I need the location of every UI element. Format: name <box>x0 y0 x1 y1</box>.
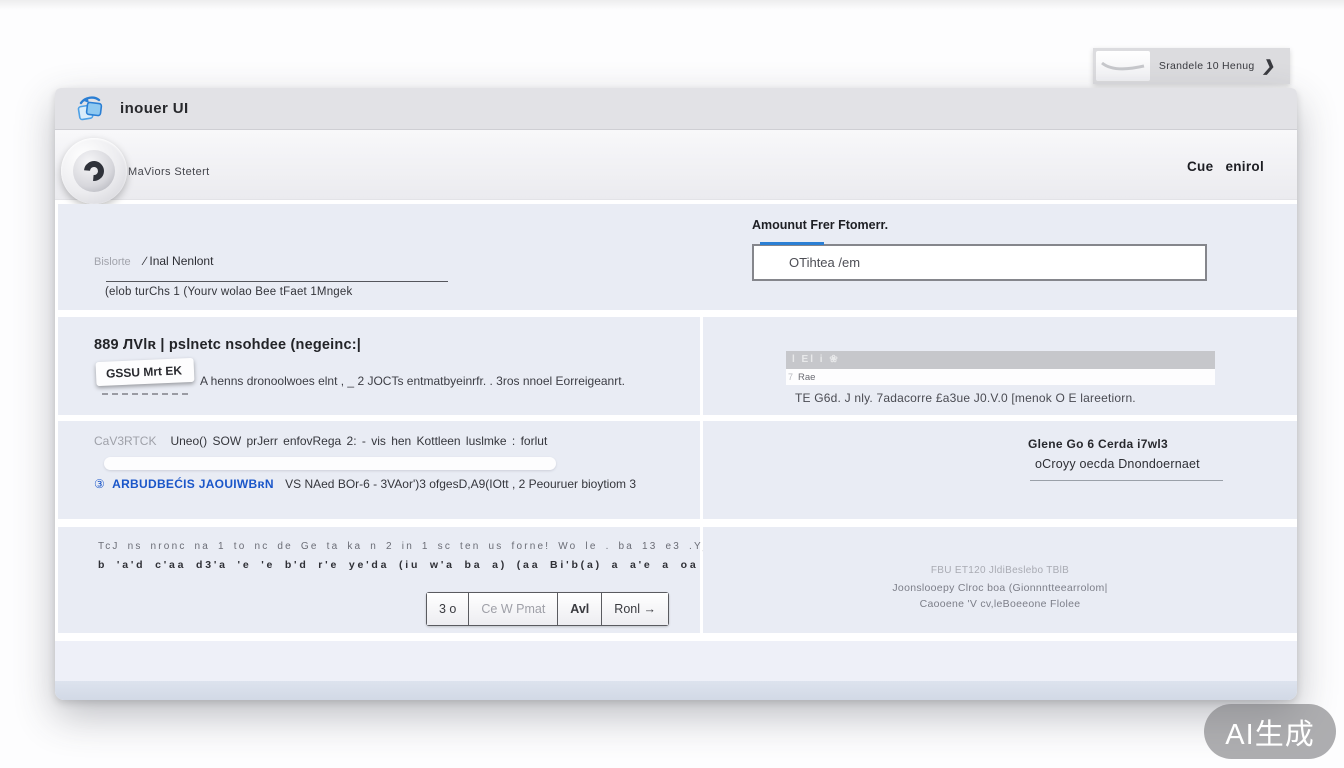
choice-option[interactable]: oCroyy oecda Dnondoernaet <box>1035 457 1200 471</box>
fineprint-line1: TcJ ns nronc na 1 to nc de Ge ta ka n 2 … <box>98 541 688 552</box>
button-ronl-next[interactable]: Ronl → <box>602 593 668 625</box>
footer-note-line3: Caooene 'V cv,leBoeeone Flolee <box>820 596 1180 613</box>
network-link[interactable]: ARBUDBEĆIS JAOUIWBʀN <box>112 477 274 491</box>
list-header-bar: l El i ❀ <box>786 351 1215 369</box>
list-description: TE G6d. J nly. 7adacorre £a3ue J0.V.0 [m… <box>795 391 1136 405</box>
footer-note-block: FBU ET120 JldiBeslebo TBlB Joonslooepy C… <box>820 563 1180 613</box>
network-link-rest: VS NAed BOr-6 - 3VAor')3 ofgesD,A9(IOtt … <box>285 477 636 491</box>
button-cew-pmat[interactable]: Ce W Pmat <box>469 593 558 625</box>
button-avl[interactable]: Avl <box>558 593 602 625</box>
button-3o[interactable]: 3 o <box>427 593 469 625</box>
window-bottom-strip <box>55 681 1297 700</box>
record-subtext: (elob turChs 1 (Yourv wolao Bee tFaet 1M… <box>105 286 352 298</box>
settings-description: A henns dronoolwoes elnt , _ 2 JOCTs ent… <box>200 374 625 388</box>
page-top-fade <box>0 0 1344 10</box>
footer-note-line2: Joonslooepy Clroc boa (Gionnntteearrolom… <box>820 580 1180 597</box>
network-status-text: Uneo() SOW prJerr enfovRega 2: - vis hen… <box>170 434 547 448</box>
gssu-button[interactable]: GSSU Mrt EK <box>96 358 195 386</box>
row-tick: 7 <box>788 372 793 382</box>
amount-field-label: Amounut Frer Ftomerr. <box>752 218 888 232</box>
section-network-right: Glene Go 6 Cerda i7wl3 oCroyy oecda Dnon… <box>703 421 1297 519</box>
section-actions-left: TcJ ns nronc na 1 to nc de Ge ta ka n 2 … <box>58 527 700 633</box>
window-footer <box>55 641 1297 681</box>
section-network-left: CaV3RTCK Uneo() SOW prJerr enfovRega 2: -… <box>58 421 700 519</box>
mini-toolbar: Srandele 10 Henug ❯ <box>1093 48 1290 84</box>
fineprint-line2: b 'a'd c'aa d3'a 'e 'e b'd r'e ye'da (iu… <box>98 559 688 571</box>
network-status-prefix: CaV3RTCK <box>94 434 156 448</box>
list-item-row[interactable]: 7 Rae <box>786 369 1215 385</box>
chevron-right-icon[interactable]: ❯ <box>1262 57 1278 75</box>
footer-note-line1: FBU ET120 JldiBeslebo TBlB <box>820 563 1180 580</box>
input-accent-bar <box>760 242 824 245</box>
app-logo-icon <box>76 96 104 122</box>
section-settings-right: l El i ❀ 7 Rae TE G6d. J nly. 7adacorre … <box>703 317 1297 415</box>
window-header: MaViors Stetert Cue enirol <box>55 130 1297 200</box>
power-button[interactable] <box>61 138 127 204</box>
name-underline <box>106 281 448 282</box>
record-name-dark: ∕ Inal Nenlont <box>144 254 213 268</box>
swoosh-button[interactable] <box>1096 51 1150 81</box>
choice-underline <box>1030 480 1223 481</box>
header-action-link[interactable]: Cue enirol <box>1187 159 1264 174</box>
section-settings-left: 889 ЛVlʀ | pslnetc nsohdee (negeinc:| GS… <box>58 317 700 415</box>
progress-pill <box>104 457 556 470</box>
titlebar: inouer UI <box>55 88 1297 130</box>
amount-input[interactable] <box>752 244 1207 281</box>
section-identity: Bislorte ∕ Inal Nenlont (elob turChs 1 (… <box>58 204 1297 310</box>
network-status-line: CaV3RTCK Uneo() SOW prJerr enfovRega 2: -… <box>94 434 547 448</box>
main-window: inouer UI MaViors Stetert Cue enirol Bis… <box>55 88 1297 700</box>
swoosh-icon <box>1100 59 1146 75</box>
mini-toolbar-label: Srandele 10 Henug <box>1150 60 1263 72</box>
record-name-light: Bislorte <box>94 256 131 268</box>
window-title: inouer UI <box>120 100 189 117</box>
dashed-underline <box>102 393 188 395</box>
header-user-label: MaViors Stetert <box>128 166 210 178</box>
circled-3-icon: ③ <box>94 477 105 491</box>
choice-heading: Glene Go 6 Cerda i7wl3 <box>1028 437 1168 451</box>
settings-heading: 889 ЛVlʀ | pslnetc nsohdee (negeinc:| <box>94 337 361 353</box>
wizard-button-group: 3 o Ce W Pmat Avl Ronl → <box>426 592 669 626</box>
power-button-inner <box>73 150 115 192</box>
section-actions-right: FBU ET120 JldiBeslebo TBlB Joonslooepy C… <box>703 527 1297 633</box>
row-label: Rae <box>798 372 815 383</box>
ai-watermark: AI生成 <box>1204 704 1336 759</box>
record-name: Bislorte ∕ Inal Nenlont <box>94 254 213 268</box>
network-link-line[interactable]: ③ ARBUDBEĆIS JAOUIWBʀN VS NAed BOr-6 - 3… <box>94 477 636 491</box>
power-icon <box>80 157 108 185</box>
amount-input-wrap <box>752 244 1207 281</box>
